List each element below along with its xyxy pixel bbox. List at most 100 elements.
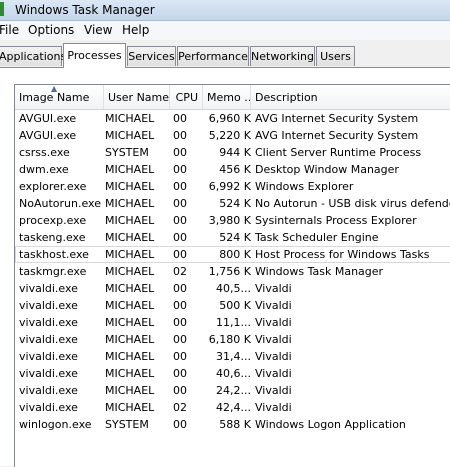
process-cpu: 00 <box>173 316 187 329</box>
tab-performance[interactable]: Performance <box>177 46 249 66</box>
process-cpu: 00 <box>173 367 187 380</box>
menu-file[interactable]: File <box>0 23 21 38</box>
process-description: Vivaldi <box>255 316 292 329</box>
process-description: Vivaldi <box>255 299 292 312</box>
process-description: AVG Internet Security System <box>255 112 419 125</box>
column-header-cpu[interactable]: CPU <box>170 85 203 109</box>
process-row[interactable]: taskmgr.exe MICHAEL 02 1,756 K Windows Task … <box>15 263 450 280</box>
process-memory: 500 K <box>219 299 251 312</box>
process-row[interactable]: procexp.exe MICHAEL 00 3,980 K Sysinternals … <box>15 212 450 229</box>
tab-services[interactable]: Services <box>127 46 176 66</box>
process-memory: 524 K <box>219 197 251 210</box>
process-row[interactable]: AVGUI.exe MICHAEL 00 5,220 K AVG Internet Se… <box>15 127 450 144</box>
process-description: Host Process for Windows Tasks <box>255 248 430 261</box>
process-row[interactable]: vivaldi.exe MICHAEL 00 24,2... Vivaldi <box>15 382 450 399</box>
process-image-name: vivaldi.exe <box>19 282 78 295</box>
process-description: Vivaldi <box>255 333 292 346</box>
process-user-name: MICHAEL <box>105 299 155 312</box>
process-image-name: vivaldi.exe <box>19 384 78 397</box>
process-memory: 42,4... <box>216 401 251 414</box>
process-image-name: taskeng.exe <box>19 231 86 244</box>
process-image-name: taskmgr.exe <box>19 265 87 278</box>
process-image-name: csrss.exe <box>19 146 70 159</box>
column-label-user-name: User Name <box>108 91 170 104</box>
process-row[interactable]: taskhost.exe MICHAEL 00 800 K Host Process f… <box>15 246 450 263</box>
task-manager-icon <box>0 2 4 16</box>
process-cpu: 00 <box>173 197 187 210</box>
process-cpu: 00 <box>173 350 187 363</box>
process-description: Windows Task Manager <box>255 265 384 278</box>
menu-options[interactable]: Options <box>26 23 76 38</box>
sort-ascending-icon: ▲ <box>51 85 58 93</box>
process-memory: 31,4... <box>216 350 251 363</box>
column-header-memory[interactable]: Memo ... <box>203 85 251 109</box>
title-bar: Windows Task Manager <box>0 0 450 21</box>
process-description: Sysinternals Process Explorer <box>255 214 417 227</box>
process-memory: 800 K <box>219 248 251 261</box>
process-memory: 6,960 K <box>208 112 251 125</box>
process-cpu: 00 <box>173 418 187 431</box>
process-description: Vivaldi <box>255 282 292 295</box>
tab-processes[interactable]: Processes <box>63 43 126 68</box>
process-memory: 5,220 K <box>208 129 251 142</box>
process-image-name: procexp.exe <box>19 214 87 227</box>
process-row[interactable]: vivaldi.exe MICHAEL 00 11,1... Vivaldi <box>15 314 450 331</box>
process-row[interactable]: vivaldi.exe MICHAEL 00 500 K Vivaldi <box>15 297 450 314</box>
column-label-cpu: CPU <box>175 91 198 104</box>
process-row[interactable]: NoAutorun.exe MICHAEL 00 524 K No Autorun - … <box>15 195 450 212</box>
process-cpu: 00 <box>173 299 187 312</box>
process-cpu: 00 <box>173 146 187 159</box>
tab-users[interactable]: Users <box>316 46 355 66</box>
process-image-name: vivaldi.exe <box>19 316 78 329</box>
menu-bar: File Options View Help <box>0 21 450 40</box>
process-cpu: 00 <box>173 112 187 125</box>
processes-panel: ▲ Image Name User Name CPU Memo ... Desc… <box>0 68 450 467</box>
process-cpu: 00 <box>173 231 187 244</box>
process-row[interactable]: explorer.exe MICHAEL 00 6,992 K Windows Expl… <box>15 178 450 195</box>
tab-networking[interactable]: Networking <box>250 46 315 66</box>
process-row[interactable]: csrss.exe SYSTEM 00 944 K Client Server Runt… <box>15 144 450 161</box>
process-description: Client Server Runtime Process <box>255 146 422 159</box>
process-user-name: MICHAEL <box>105 231 155 244</box>
process-row[interactable]: vivaldi.exe MICHAEL 00 40,6... Vivaldi <box>15 365 450 382</box>
process-image-name: vivaldi.exe <box>19 299 78 312</box>
process-row[interactable]: AVGUI.exe MICHAEL 00 6,960 K AVG Internet Se… <box>15 110 450 127</box>
process-rows: AVGUI.exe MICHAEL 00 6,960 K AVG Internet Se… <box>15 110 450 433</box>
process-row[interactable]: taskeng.exe MICHAEL 00 524 K Task Scheduler … <box>15 229 450 246</box>
process-image-name: vivaldi.exe <box>19 401 78 414</box>
process-user-name: MICHAEL <box>105 248 155 261</box>
process-user-name: MICHAEL <box>105 350 155 363</box>
process-cpu: 00 <box>173 180 187 193</box>
process-list[interactable]: ▲ Image Name User Name CPU Memo ... Desc… <box>14 84 450 467</box>
process-memory: 944 K <box>219 146 251 159</box>
process-memory: 524 K <box>219 231 251 244</box>
process-row[interactable]: winlogon.exe SYSTEM 00 588 K Windows Logon A… <box>15 416 450 433</box>
process-image-name: explorer.exe <box>19 180 87 193</box>
process-row[interactable]: vivaldi.exe MICHAEL 00 31,4... Vivaldi <box>15 348 450 365</box>
process-description: Vivaldi <box>255 384 292 397</box>
process-row[interactable]: vivaldi.exe MICHAEL 00 40,5... Vivaldi <box>15 280 450 297</box>
process-description: Vivaldi <box>255 367 292 380</box>
list-header: ▲ Image Name User Name CPU Memo ... Desc… <box>15 85 450 110</box>
process-cpu: 00 <box>173 129 187 142</box>
menu-view[interactable]: View <box>82 23 114 38</box>
column-header-user-name[interactable]: User Name <box>104 85 170 109</box>
process-row[interactable]: dwm.exe MICHAEL 00 456 K Desktop Window Mana… <box>15 161 450 178</box>
menu-help[interactable]: Help <box>120 23 151 38</box>
process-user-name: MICHAEL <box>105 333 155 346</box>
process-row[interactable]: vivaldi.exe MICHAEL 02 42,4... Vivaldi <box>15 399 450 416</box>
process-memory: 6,180 K <box>208 333 251 346</box>
column-label-description: Description <box>255 91 318 104</box>
process-description: AVG Internet Security System <box>255 129 419 142</box>
column-header-description[interactable]: Description <box>251 85 450 109</box>
process-user-name: MICHAEL <box>105 367 155 380</box>
process-image-name: taskhost.exe <box>19 248 89 261</box>
column-header-image-name[interactable]: ▲ Image Name <box>15 85 104 109</box>
process-row[interactable]: vivaldi.exe MICHAEL 00 6,180 K Vivaldi <box>15 331 450 348</box>
process-cpu: 02 <box>173 401 187 414</box>
process-cpu: 00 <box>173 214 187 227</box>
process-user-name: MICHAEL <box>105 384 155 397</box>
process-cpu: 00 <box>173 384 187 397</box>
process-cpu: 02 <box>173 265 187 278</box>
tab-applications[interactable]: Applications <box>0 46 66 66</box>
